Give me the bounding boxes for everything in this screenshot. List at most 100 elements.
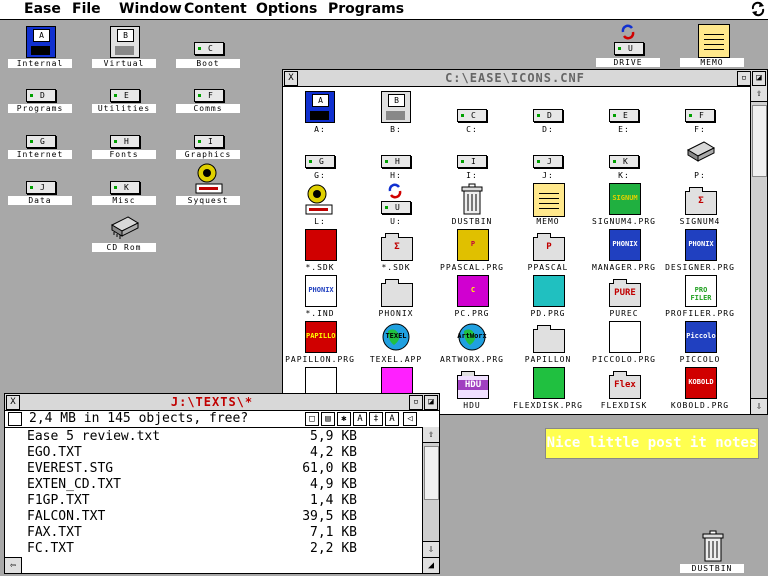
- sort-button[interactable]: ✱: [337, 412, 351, 426]
- menu-window[interactable]: Window: [119, 1, 182, 18]
- menu-programs[interactable]: Programs: [328, 1, 404, 18]
- icon-pc-prg[interactable]: C PC.PRG: [434, 275, 510, 320]
- post-it-note[interactable]: Nice little post it notes: [545, 428, 759, 459]
- type-column-button[interactable]: A: [385, 412, 399, 426]
- iconify-button[interactable]: ▫: [737, 71, 751, 86]
- icon-c-drive[interactable]: C C:: [434, 91, 510, 136]
- icon-papillon-prg[interactable]: PAPILLON PAPILLON.PRG: [282, 321, 358, 366]
- icon-f-drive[interactable]: F F:: [662, 91, 738, 136]
- desktop-icon-dustbin[interactable]: DUSTBIN: [680, 530, 744, 574]
- menu-options[interactable]: Options: [256, 1, 317, 18]
- icon-piccolo-prg[interactable]: PICCOLO.PRG: [586, 321, 662, 366]
- desktop-icon-internal[interactable]: A Internal: [8, 26, 72, 68]
- scroll-thumb[interactable]: [752, 105, 767, 177]
- desktop-icon-memo[interactable]: MEMO: [680, 24, 744, 68]
- info-checkbox[interactable]: [8, 412, 22, 426]
- texts-window-titlebar[interactable]: X J:\TEXTS\* ▫ ◪: [5, 394, 439, 411]
- menu-file[interactable]: File: [72, 1, 101, 18]
- desktop-icon-utilities[interactable]: E Utilities: [92, 87, 156, 115]
- icon-u-drive[interactable]: U U:: [358, 183, 434, 228]
- hard-drive-icon: K: [110, 181, 140, 194]
- file-size: 5,9 KB: [310, 429, 357, 444]
- desktop-icon-boot[interactable]: C Boot: [176, 40, 240, 68]
- desktop-icon-virtual[interactable]: B Virtual: [92, 26, 156, 68]
- desktop-icon-comms[interactable]: F Comms: [176, 87, 240, 115]
- icon-hdu-folder[interactable]: HDU HDU: [434, 367, 510, 412]
- scroll-up-arrow[interactable]: ⇧: [751, 86, 767, 102]
- menu-content[interactable]: Content: [184, 1, 247, 18]
- file-row[interactable]: EXTEN_CD.TXT 4,9 KB: [27, 477, 357, 493]
- icon-h-drive[interactable]: H H:: [358, 137, 434, 182]
- full-button[interactable]: ◪: [752, 71, 766, 86]
- desktop-icon-internet[interactable]: G Internet: [8, 133, 72, 161]
- icon-texel-app[interactable]: TEXEL TEXEL.APP: [358, 321, 434, 366]
- resize-grip[interactable]: ◢: [423, 557, 439, 573]
- icon-kobold-prg[interactable]: KOBOLD KOBOLD.PRG: [662, 367, 738, 412]
- file-row[interactable]: F1GP.TXT 1,4 KB: [27, 493, 357, 509]
- desktop-icon-programs[interactable]: D Programs: [8, 87, 72, 115]
- icon-a-drive[interactable]: A A:: [282, 91, 358, 136]
- file-row[interactable]: Ease 5 review.txt 5,9 KB: [27, 429, 357, 445]
- desktop-icon-fonts[interactable]: H Fonts: [92, 133, 156, 161]
- desktop-icon-misc[interactable]: K Misc: [92, 179, 156, 207]
- close-button[interactable]: X: [6, 395, 20, 410]
- close-button[interactable]: X: [284, 71, 298, 86]
- icon-artworx-prg[interactable]: ArtWorx ARTWORX.PRG: [434, 321, 510, 366]
- full-button[interactable]: ◪: [424, 395, 438, 410]
- file-row[interactable]: FC.TXT 2,2 KB: [27, 541, 357, 557]
- menu-ease[interactable]: Ease: [24, 1, 61, 18]
- file-row[interactable]: FAX.TXT 7,1 KB: [27, 525, 357, 541]
- icon-sdk-file[interactable]: *.SDK: [282, 229, 358, 274]
- icon-i-drive[interactable]: I I:: [434, 137, 510, 182]
- icon-b-drive[interactable]: B B:: [358, 91, 434, 136]
- icon-flexdisk-prg[interactable]: FLEXDISK.PRG: [510, 367, 586, 412]
- scroll-up-arrow[interactable]: ⇧: [423, 427, 439, 443]
- icon-d-drive[interactable]: D D:: [510, 91, 586, 136]
- iconify-button[interactable]: ▫: [409, 395, 423, 410]
- icon-p-drive[interactable]: P:: [662, 137, 738, 182]
- size-column-button[interactable]: ‡: [369, 412, 383, 426]
- icon-g-drive[interactable]: G G:: [282, 137, 358, 182]
- icon-dustbin[interactable]: DUSTBIN: [434, 183, 510, 228]
- desktop-icon-syquest[interactable]: Syquest: [176, 162, 240, 206]
- icon-signum4-prg[interactable]: SIGNUM SIGNUM4.PRG: [586, 183, 662, 228]
- scroll-left-arrow[interactable]: ⇦: [5, 557, 22, 573]
- sync-icon[interactable]: [750, 1, 766, 17]
- icon-sdk-folder[interactable]: Σ *.SDK: [358, 229, 434, 274]
- desktop-icon-data[interactable]: J Data: [8, 179, 72, 207]
- icon-designer-prg[interactable]: PHONIX DESIGNER.PRG: [662, 229, 738, 274]
- scroll-down-arrow[interactable]: ⇩: [751, 398, 767, 414]
- scroll-down-arrow[interactable]: ⇩: [423, 541, 439, 557]
- icon-memo[interactable]: MEMO: [510, 183, 586, 228]
- icon-ind-file[interactable]: PHONIX *.IND: [282, 275, 358, 320]
- scroll-thumb[interactable]: [424, 446, 439, 500]
- icon-profiler-prg[interactable]: PRO FILER PROFILER.PRG: [662, 275, 738, 320]
- desktop-icon-graphics[interactable]: I Graphics: [176, 133, 240, 161]
- desktop-icon-drive[interactable]: U DRIVE: [596, 24, 660, 68]
- texts-window-scrollbar[interactable]: ⇧ ⇩ ◢: [422, 427, 439, 573]
- icon-flexdisk-folder[interactable]: Flex FLEXDISK: [586, 367, 662, 412]
- icon-signum4-folder[interactable]: Σ SIGNUM4: [662, 183, 738, 228]
- desktop-icon-cd-rom[interactable]: CD Rom: [92, 213, 156, 253]
- icon-j-drive[interactable]: J J:: [510, 137, 586, 182]
- icon-manager-prg[interactable]: PHONIX MANAGER.PRG: [586, 229, 662, 274]
- view-icons-button[interactable]: □: [305, 412, 319, 426]
- icons-window-scrollbar[interactable]: ⇧ ⇩: [750, 86, 767, 414]
- icon-ppascal-folder[interactable]: P PPASCAL: [510, 229, 586, 274]
- file-row[interactable]: EVEREST.STG 61,0 KB: [27, 461, 357, 477]
- icon-phonix-folder[interactable]: PHONIX: [358, 275, 434, 320]
- icon-k-drive[interactable]: K K:: [586, 137, 662, 182]
- icon-e-drive[interactable]: E E:: [586, 91, 662, 136]
- icon-l-drive[interactable]: L:: [282, 183, 358, 228]
- file-row[interactable]: EGO.TXT 4,2 KB: [27, 445, 357, 461]
- file-row[interactable]: FALCON.TXT 39,5 KB: [27, 509, 357, 525]
- icons-window-titlebar[interactable]: X C:\EASE\ICONS.CNF ▫ ◪: [283, 70, 767, 87]
- icon-pd-prg[interactable]: PD.PRG: [510, 275, 586, 320]
- view-list-button[interactable]: ▤: [321, 412, 335, 426]
- icon-piccolo-folder[interactable]: Piccolo PICCOLO: [662, 321, 738, 366]
- icon-purec-folder[interactable]: PURE PUREC: [586, 275, 662, 320]
- icon-papillon-folder[interactable]: PAPILLON: [510, 321, 586, 366]
- font-size-button[interactable]: A: [353, 412, 367, 426]
- icon-ppascal-prg[interactable]: P PPASCAL.PRG: [434, 229, 510, 274]
- toolbar-scroll-left[interactable]: ◁: [403, 412, 417, 426]
